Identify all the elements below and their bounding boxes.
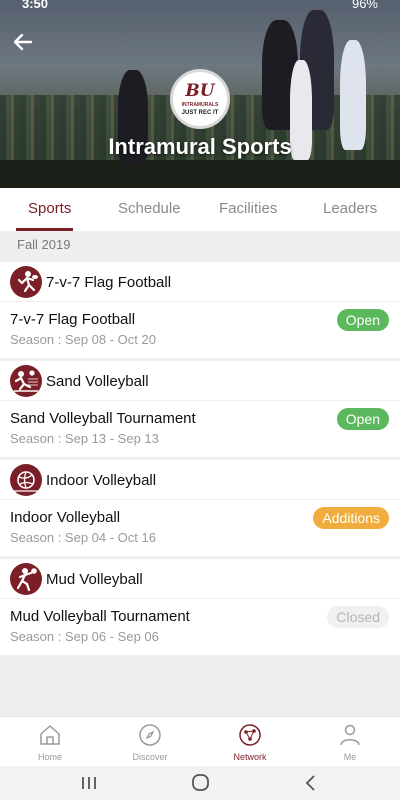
season-dates: Season : Sep 13 - Sep 13 xyxy=(10,431,159,446)
logo-tagline: JUST REC IT xyxy=(181,110,219,116)
header-banner: 3:50 96% BU INTRAMURALS JUST REC IT Intr… xyxy=(0,0,400,188)
tab-bar: Sports Schedule Facilities Leaders xyxy=(0,188,400,231)
nav-me[interactable]: Me xyxy=(300,717,400,767)
system-navigation-bar xyxy=(0,766,400,800)
sport-card: Mud Volleyball Mud Volleyball Tournament… xyxy=(0,559,400,655)
banner-court xyxy=(0,160,400,188)
circle-home-icon xyxy=(192,774,209,791)
bottom-navigation: Home Discover Network Me xyxy=(0,716,400,766)
compass-icon xyxy=(139,724,161,746)
sport-category-name: Mud Volleyball xyxy=(46,571,143,588)
sport-card: Sand Volleyball Sand Volleyball Tourname… xyxy=(0,361,400,457)
sport-card: 7-v-7 Flag Football 7-v-7 Flag Football … xyxy=(0,262,400,358)
sport-category-name: 7-v-7 Flag Football xyxy=(46,274,172,291)
arrow-left-icon xyxy=(13,33,33,51)
intramurals-logo: BU INTRAMURALS JUST REC IT xyxy=(170,69,230,129)
sport-category-row[interactable]: Mud Volleyball xyxy=(0,559,400,599)
recent-apps-icon xyxy=(82,777,96,789)
indoor-volleyball-icon xyxy=(10,464,42,496)
status-badge: Closed xyxy=(327,606,389,628)
status-bar: 3:50 96% xyxy=(0,0,400,14)
network-icon xyxy=(239,724,261,746)
sport-category-row[interactable]: Indoor Volleyball xyxy=(0,460,400,500)
status-badge: Additions xyxy=(313,507,389,529)
sport-category-name: Sand Volleyball xyxy=(46,373,149,390)
nav-label: Network xyxy=(233,752,267,762)
status-badge: Open xyxy=(336,309,389,331)
person-icon xyxy=(340,724,360,746)
league-name[interactable]: Indoor Volleyball xyxy=(10,509,120,526)
season-dates: Season : Sep 06 - Sep 06 xyxy=(10,629,159,644)
tab-sports[interactable]: Sports xyxy=(28,200,71,217)
sand-volleyball-icon xyxy=(10,365,42,397)
logo-subtext: INTRAMURALS xyxy=(181,102,219,108)
nav-label: Discover xyxy=(132,752,168,762)
chevron-left-icon xyxy=(305,775,315,791)
sport-category-row[interactable]: 7-v-7 Flag Football xyxy=(0,262,400,302)
tab-facilities[interactable]: Facilities xyxy=(219,200,277,217)
page-title: Intramural Sports xyxy=(108,134,292,159)
sport-category-name: Indoor Volleyball xyxy=(46,472,157,489)
recent-apps-button[interactable] xyxy=(74,772,104,794)
nav-discover[interactable]: Discover xyxy=(100,717,200,767)
home-icon xyxy=(40,725,60,745)
status-badge: Open xyxy=(336,408,389,430)
active-tab-indicator xyxy=(16,228,73,231)
nav-network[interactable]: Network xyxy=(200,717,300,767)
home-system-button[interactable] xyxy=(185,772,215,794)
back-system-button[interactable] xyxy=(296,772,326,794)
nav-home[interactable]: Home xyxy=(0,717,100,767)
nav-label: Home xyxy=(37,752,62,762)
league-name[interactable]: Mud Volleyball Tournament xyxy=(10,608,190,625)
sport-card: Indoor Volleyball Indoor Volleyball Seas… xyxy=(0,460,400,556)
season-dates: Season : Sep 08 - Oct 20 xyxy=(10,332,156,347)
logo-text: BU xyxy=(185,81,215,101)
league-name[interactable]: 7-v-7 Flag Football xyxy=(10,311,135,328)
tab-leaders[interactable]: Leaders xyxy=(323,200,377,217)
term-label: Fall 2019 xyxy=(17,237,71,252)
battery-level: 96% xyxy=(351,0,378,11)
flag-football-icon xyxy=(10,266,42,298)
tab-schedule[interactable]: Schedule xyxy=(118,200,181,217)
season-dates: Season : Sep 04 - Oct 16 xyxy=(10,530,156,545)
league-name[interactable]: Sand Volleyball Tournament xyxy=(10,410,196,427)
back-button[interactable] xyxy=(9,28,37,56)
mud-volleyball-icon xyxy=(10,563,42,595)
status-time: 3:50 xyxy=(22,0,49,11)
nav-label: Me xyxy=(343,752,357,762)
sport-category-row[interactable]: Sand Volleyball xyxy=(0,361,400,401)
